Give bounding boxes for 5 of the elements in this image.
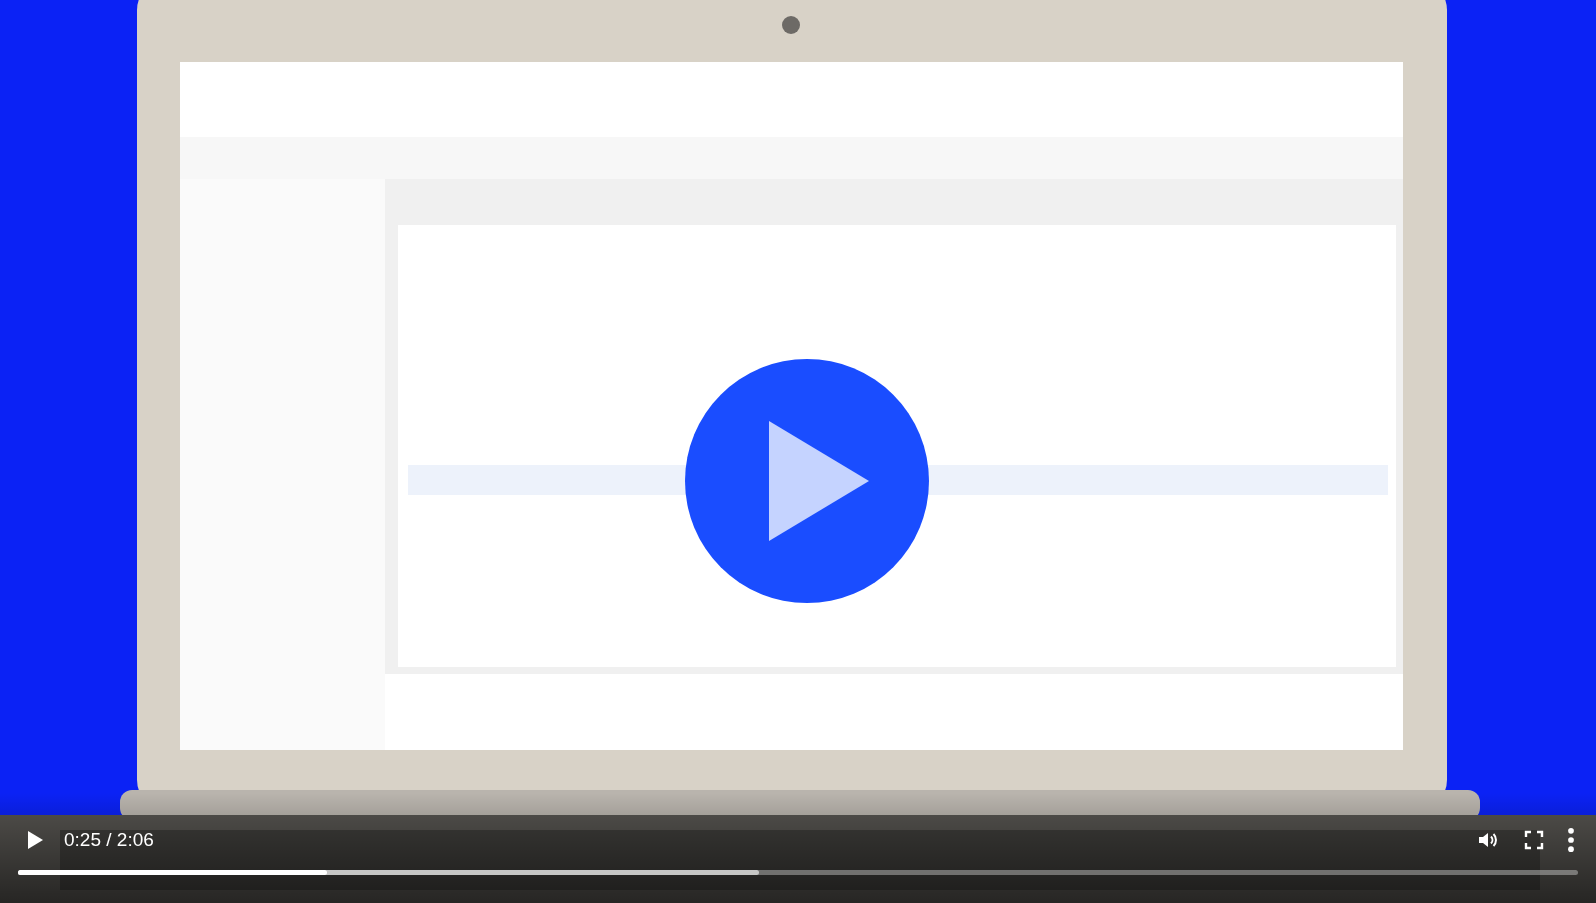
time-display: 0:25 / 2:06 bbox=[64, 829, 154, 851]
more-icon bbox=[1568, 828, 1574, 852]
play-icon bbox=[769, 421, 869, 541]
progress-bar[interactable] bbox=[18, 870, 1578, 875]
fullscreen-icon bbox=[1522, 828, 1546, 852]
